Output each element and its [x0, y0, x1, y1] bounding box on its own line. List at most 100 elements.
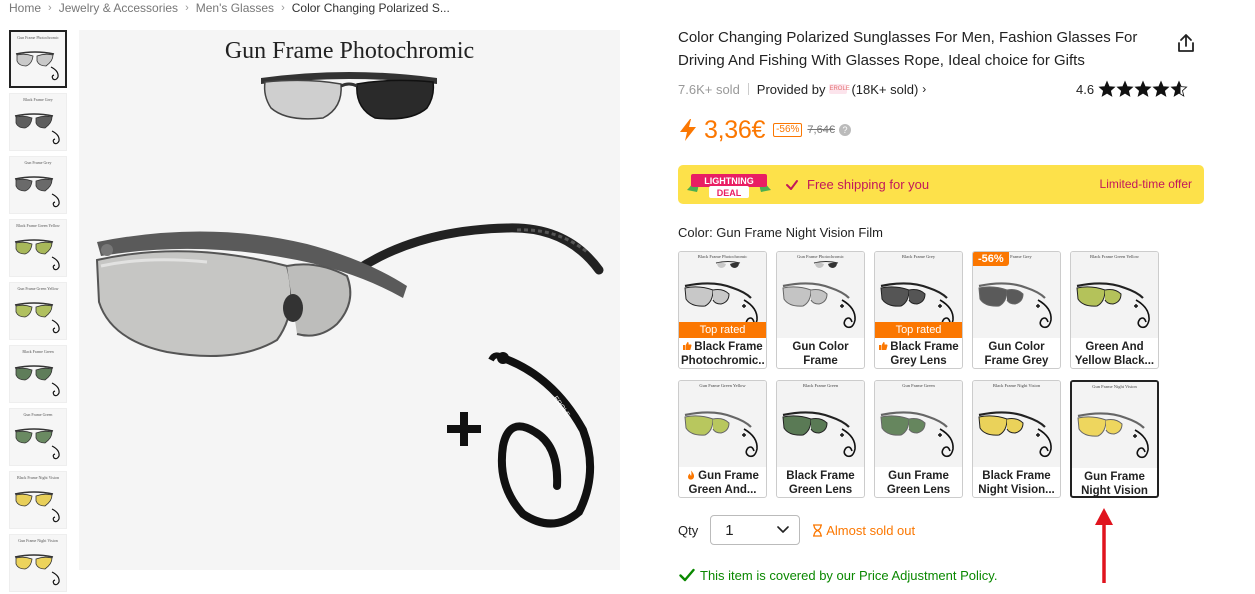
rope-icon — [50, 66, 59, 81]
rope-icon — [51, 382, 60, 397]
discount-badge: -56% — [773, 123, 803, 137]
color-variant-4[interactable]: Gun Frame Grey-56%Gun Color Frame Grey L… — [972, 251, 1061, 369]
thumbnail-caption: Gun Frame Photochromic — [17, 35, 59, 40]
quantity-value: 1 — [725, 521, 734, 539]
variant-image: Black Frame Green Yellow — [1071, 252, 1158, 338]
variant-name-text: Green And Yellow Black... — [1074, 341, 1155, 367]
store-logo[interactable]: EROLE — [829, 84, 850, 94]
variant-image: Gun Frame Photochromic — [777, 252, 864, 338]
breadcrumb-mens-glasses[interactable]: Men's Glasses — [196, 1, 274, 15]
lightning-bolt-icon — [680, 119, 696, 141]
variant-name: Gun Frame Night Vision Film — [1074, 470, 1155, 496]
color-variant-3[interactable]: Black Frame Grey Top rated Black Frame Gre… — [874, 251, 963, 369]
variant-image: Black Frame Photochromic Top rated — [679, 252, 766, 338]
chevron-right-icon[interactable]: › — [922, 82, 926, 96]
variant-name-text: Gun Frame Green Lens — [886, 470, 951, 496]
variant-image: Black Frame Night Vision — [973, 381, 1060, 467]
red-annotation-arrow-icon — [1095, 508, 1113, 583]
sold-count: 7.6K+ sold — [678, 81, 740, 97]
policy-text: This item is covered by our Price Adjust… — [700, 567, 998, 583]
thumbnail-caption: Gun Frame Green Yellow — [17, 286, 59, 291]
variant-image-caption: Gun Frame Green Yellow — [699, 383, 746, 388]
thumbnail-caption: Gun Frame Grey — [24, 160, 52, 165]
thumbnail-9[interactable]: Gun Frame Night Vision — [9, 534, 67, 592]
variant-rope-icon — [742, 428, 758, 458]
divider — [747, 83, 749, 95]
provided-by-label: Provided by — [756, 81, 826, 97]
chevron-down-icon — [777, 526, 790, 533]
rope-icon — [51, 508, 60, 523]
thumbnail-gallery: Gun Frame Photochromic Black Frame Grey Gu… — [9, 30, 67, 594]
quantity-select[interactable]: 1 — [710, 515, 801, 545]
star-icon — [1134, 80, 1152, 97]
color-variant-10[interactable]: Gun Frame Night Vision Gun Frame Night Vi… — [1070, 380, 1159, 498]
color-variant-2[interactable]: Gun Frame Photochromic Gun Color Frame Ph… — [776, 251, 865, 369]
color-variant-8[interactable]: Gun Frame Green Gun Frame Green Lens — [874, 380, 963, 498]
variant-image: Gun Frame Night Vision — [1072, 382, 1157, 468]
thumbnail-2[interactable]: Black Frame Grey — [9, 93, 67, 151]
almost-sold-out-text: Almost sold out — [826, 522, 916, 538]
breadcrumb-home[interactable]: Home — [9, 1, 41, 15]
price-info-icon[interactable]: ? — [838, 124, 851, 136]
breadcrumb-separator-icon: › — [281, 2, 285, 14]
free-shipping-text: Free shipping for you — [807, 177, 930, 192]
color-variant-5[interactable]: Black Frame Green Yellow Green And Yellow… — [1070, 251, 1159, 369]
thumbnail-1[interactable]: Gun Frame Photochromic — [9, 30, 67, 88]
rating-stars — [1098, 80, 1188, 98]
glasses-icon — [14, 491, 54, 507]
glasses-icon — [14, 302, 54, 318]
share-icon[interactable] — [1175, 32, 1197, 54]
variant-image: Gun Frame Green — [875, 381, 962, 467]
breadcrumb-separator-icon: › — [48, 2, 52, 14]
color-variant-1[interactable]: Black Frame Photochromic Top rated Black F… — [678, 251, 767, 369]
thumbnail-8[interactable]: Black Frame Night Vision — [9, 471, 67, 529]
rope-icon — [51, 445, 60, 460]
breadcrumb-jewelry[interactable]: Jewelry & Accessories — [59, 1, 178, 15]
variant-image-caption: Black Frame Night Vision — [992, 383, 1041, 388]
color-variant-9[interactable]: Black Frame Night Vision Black Frame Nigh… — [972, 380, 1061, 498]
thumbnail-7[interactable]: Gun Frame Green — [9, 408, 67, 466]
thumbnail-caption: Gun Frame Night Vision — [18, 538, 58, 543]
variant-name: Black Frame Green Lens — [779, 469, 862, 497]
stock-warning: Almost sold out — [812, 523, 915, 538]
product-title: Color Changing Polarized Sunglasses For … — [678, 29, 1138, 69]
variant-rope-icon — [1134, 299, 1150, 329]
main-image-title: Gun Frame Photochromic — [224, 38, 475, 64]
rope-icon — [51, 256, 60, 271]
color-variant-6[interactable]: Gun Frame Green Yellow Gun Frame Green An… — [678, 380, 767, 498]
store-sold-count[interactable]: (18K+ sold) — [851, 82, 918, 97]
original-price: 7,64€ — [807, 124, 835, 136]
variant-discount-badge: -56% — [973, 252, 1009, 266]
thumbnail-6[interactable]: Black Frame Green — [9, 345, 67, 403]
thumbnail-3[interactable]: Gun Frame Grey — [9, 156, 67, 214]
current-price: 3,36€ — [704, 115, 766, 144]
thumbnail-caption: Black Frame Grey — [23, 97, 53, 102]
hourglass-icon — [813, 523, 823, 537]
variant-name-text: Gun Color Frame Photochromic... — [792, 341, 849, 367]
variant-image: Gun Frame Green Yellow — [679, 381, 766, 467]
small-glasses-icon — [715, 261, 741, 268]
selected-color-label: Color: Gun Frame Night Vision Film — [678, 225, 883, 240]
variant-name-text: Black Frame Photochromic... — [681, 341, 764, 367]
rating[interactable]: 4.6 — [1076, 80, 1188, 98]
thumbnail-caption: Black Frame Green Yellow — [16, 223, 60, 228]
variant-rope-icon — [1036, 299, 1052, 329]
glasses-icon — [14, 365, 54, 381]
qty-label: Qty — [678, 522, 699, 538]
variant-name: Gun Color Frame Photochromic... — [779, 340, 862, 368]
breadcrumb-separator-icon: › — [185, 2, 189, 14]
variant-image-caption: Black Frame Photochromic — [697, 254, 748, 259]
price-adjustment-policy[interactable]: This item is covered by our Price Adjust… — [679, 566, 997, 584]
thumbnail-5[interactable]: Gun Frame Green Yellow — [9, 282, 67, 340]
quantity-row: Qty 1 Almost sold out — [678, 515, 915, 545]
variant-name-text: Black Frame Grey Lens — [890, 341, 959, 367]
variant-name: Black Frame Photochromic... — [681, 340, 764, 368]
thumbnail-4[interactable]: Black Frame Green Yellow — [9, 219, 67, 277]
color-variant-7[interactable]: Black Frame Green Black Frame Green Lens — [776, 380, 865, 498]
variant-image: Black Frame Green — [777, 381, 864, 467]
sold-and-provider-row: 7.6K+ sold Provided by EROLE (18K+ sold)… — [678, 80, 926, 98]
lightning-deal-banner: LIGHTNING DEAL Free shipping for you Lim… — [678, 165, 1204, 204]
thumbs-up-icon — [683, 342, 692, 351]
price-row: 3,36€ -56% 7,64€ ? — [678, 114, 851, 146]
glasses-rope-image: EROLE — [488, 352, 595, 528]
